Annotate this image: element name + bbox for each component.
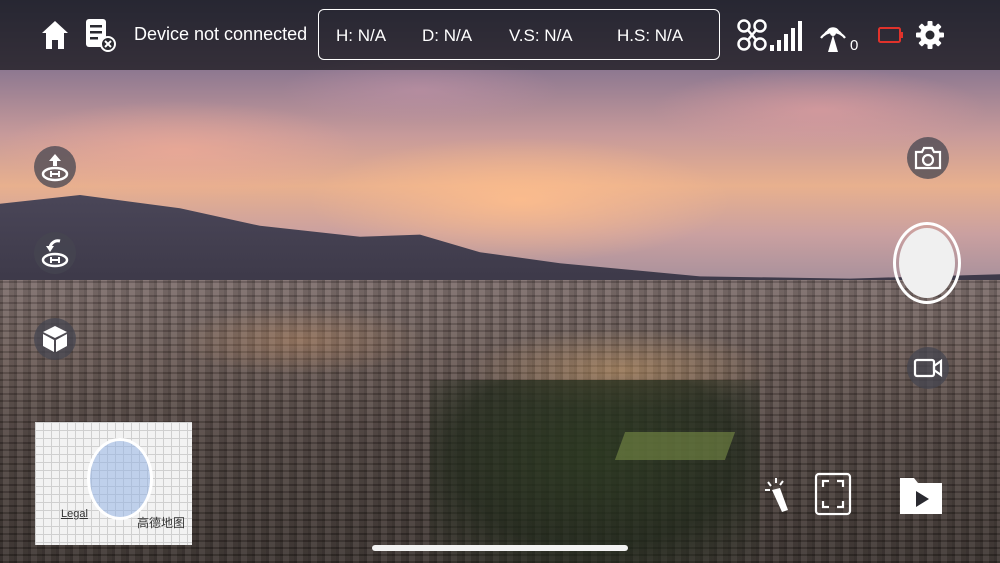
map-legal-link[interactable]: Legal xyxy=(61,508,88,520)
takeoff-button[interactable] xyxy=(34,146,76,188)
flashlight-icon[interactable] xyxy=(762,476,792,514)
horizontal-speed-readout: H.S: N/A xyxy=(617,26,684,45)
photo-mode-icon xyxy=(914,146,942,170)
3d-cube-icon xyxy=(43,326,67,352)
takeoff-icon xyxy=(41,154,69,182)
return-home-icon xyxy=(41,239,69,268)
video-mode-icon xyxy=(913,358,943,378)
photo-mode-button[interactable] xyxy=(907,137,949,179)
remote-controller-signal-icon[interactable] xyxy=(818,16,848,54)
3d-view-button[interactable] xyxy=(34,318,76,360)
home-icon[interactable] xyxy=(40,19,70,51)
drone-signal-icon[interactable] xyxy=(736,18,806,54)
connection-status: Device not connected xyxy=(134,24,308,44)
shutter-inner xyxy=(899,228,955,298)
distance-readout: D: N/A xyxy=(422,26,473,45)
telemetry-panel: H: N/A D: N/A V.S: N/A H.S: N/A xyxy=(318,9,720,60)
height-readout: H: N/A xyxy=(336,26,387,45)
map-provider-logo: 高德地图 xyxy=(137,516,186,530)
rc-signal-count: 0 xyxy=(850,37,859,54)
settings-icon[interactable] xyxy=(915,20,945,50)
minimap[interactable]: Legal 高德地图 xyxy=(35,422,192,545)
map-location-marker xyxy=(87,438,153,520)
flight-log-icon[interactable] xyxy=(84,17,116,53)
home-indicator[interactable] xyxy=(372,545,628,551)
return-home-button[interactable] xyxy=(34,232,76,274)
sports-field xyxy=(614,432,736,460)
park-area xyxy=(430,380,760,563)
vertical-speed-readout: V.S: N/A xyxy=(509,26,573,45)
battery-icon[interactable] xyxy=(878,26,904,44)
fullscreen-icon[interactable] xyxy=(814,472,852,516)
top-status-bar: Device not connected H: N/A D: N/A V.S: … xyxy=(0,0,1000,70)
shutter-button[interactable] xyxy=(893,222,961,304)
media-playback-icon[interactable] xyxy=(898,474,944,516)
video-mode-button[interactable] xyxy=(907,347,949,389)
